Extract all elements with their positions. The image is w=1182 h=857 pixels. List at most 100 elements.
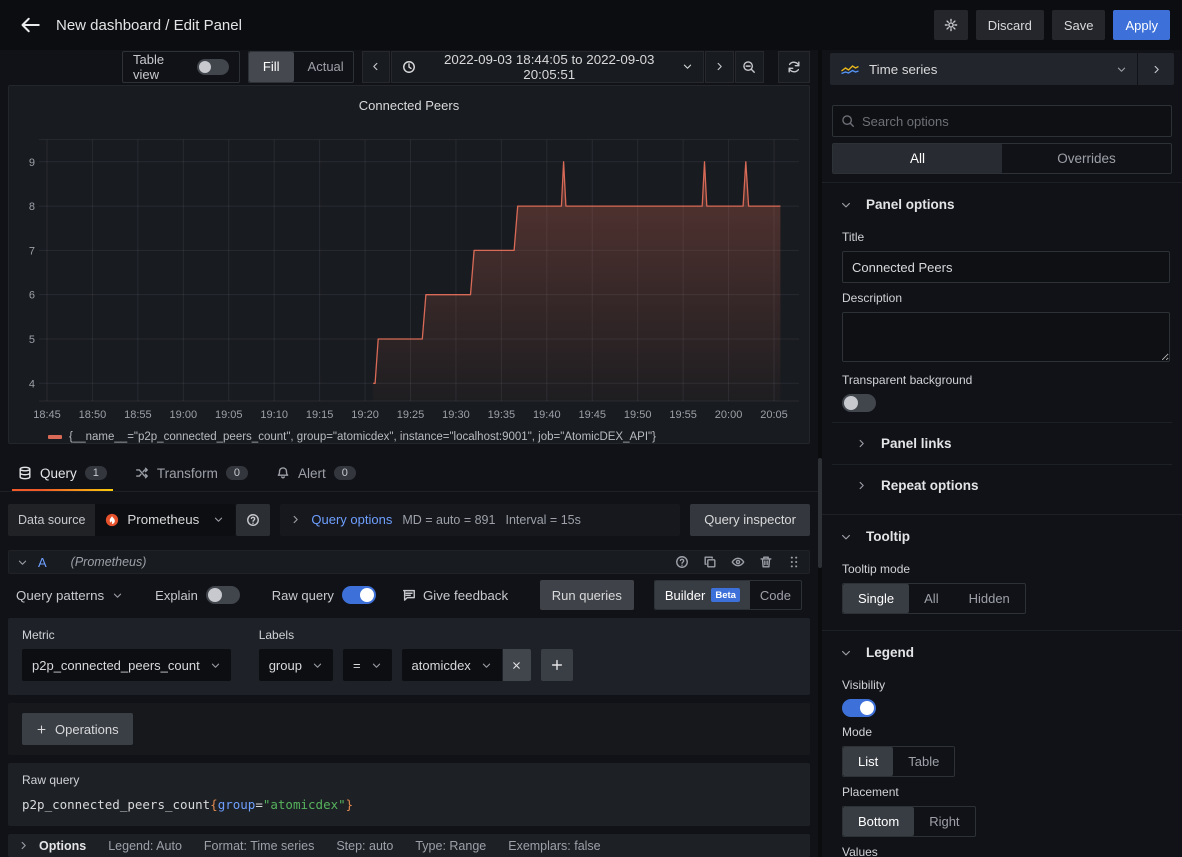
time-shift-forward-button[interactable] — [705, 51, 734, 83]
panel-options-title: Panel options — [866, 197, 955, 212]
zoom-out-time-button[interactable] — [735, 51, 764, 83]
run-queries-button[interactable]: Run queries — [540, 580, 634, 610]
panel-title-input[interactable] — [842, 251, 1170, 283]
raw-query-toggle[interactable] — [342, 586, 376, 604]
panel-description-input[interactable] — [842, 312, 1170, 362]
options-search-input[interactable] — [862, 114, 1163, 129]
drag-handle-icon[interactable] — [787, 555, 801, 569]
query-patterns-button[interactable]: Query patterns — [16, 588, 123, 603]
chevron-down-icon — [481, 660, 492, 671]
zoom-out-icon — [742, 60, 756, 74]
scrollbar-thumb[interactable] — [818, 458, 822, 568]
panel-links-label: Panel links — [881, 436, 952, 451]
trash-icon[interactable] — [759, 555, 773, 569]
svg-text:19:50: 19:50 — [624, 409, 652, 421]
chevron-down-icon — [840, 199, 852, 211]
repeat-options-section[interactable]: Repeat options — [832, 464, 1172, 506]
panel-links-section[interactable]: Panel links — [832, 422, 1172, 464]
tab-transform[interactable]: Transform 0 — [125, 466, 258, 491]
tooltip-mode-hidden[interactable]: Hidden — [954, 584, 1025, 613]
builder-mode-button[interactable]: Builder Beta — [655, 581, 750, 609]
options-expand-button[interactable]: Options — [18, 839, 86, 853]
query-ref-id[interactable]: A — [38, 555, 47, 570]
timeseries-viz-icon — [840, 62, 860, 76]
chevron-right-icon — [856, 480, 867, 491]
panel-settings-button[interactable] — [934, 10, 968, 40]
tooltip-mode-all[interactable]: All — [909, 584, 953, 613]
metric-select[interactable]: p2p_connected_peers_count — [22, 649, 231, 681]
tab-alert[interactable]: Alert 0 — [266, 466, 366, 491]
raw-metric: p2p_connected_peers_count — [22, 797, 210, 812]
legend-placement-group: Bottom Right — [842, 806, 976, 837]
title-label: Title — [842, 230, 1170, 244]
datasource-help-button[interactable] — [236, 504, 270, 536]
table-view-group: Table view — [122, 51, 240, 83]
time-shift-back-button[interactable] — [362, 51, 391, 83]
legend-series-swatch[interactable] — [48, 435, 62, 439]
tooltip-section-header[interactable]: Tooltip — [832, 515, 1172, 554]
datasource-picker[interactable]: Prometheus — [95, 504, 235, 536]
transparent-background-toggle[interactable] — [842, 394, 876, 412]
query-options-bar[interactable]: Query options MD = auto = 891 Interval =… — [280, 504, 680, 536]
tab-transform-label: Transform — [157, 466, 218, 481]
transform-icon — [135, 466, 149, 480]
raw-query-toggle-label: Raw query — [272, 588, 334, 603]
chevron-down-icon — [840, 531, 852, 543]
back-button[interactable] — [14, 9, 46, 41]
legend-mode-table[interactable]: Table — [893, 747, 954, 776]
option-exemplars: Exemplars: false — [508, 839, 600, 853]
legend-placement-bottom[interactable]: Bottom — [843, 807, 914, 836]
label-name-select[interactable]: group — [259, 649, 333, 681]
legend-placement-right[interactable]: Right — [914, 807, 974, 836]
tab-query[interactable]: Query 1 — [8, 466, 117, 491]
panel-preview-title: Connected Peers — [9, 86, 809, 124]
apply-button[interactable]: Apply — [1113, 10, 1170, 40]
svg-text:19:25: 19:25 — [397, 409, 425, 421]
refresh-button[interactable] — [778, 51, 810, 83]
legend-section-header[interactable]: Legend — [832, 631, 1172, 670]
description-label: Description — [842, 291, 1170, 305]
add-operations-button[interactable]: Operations — [22, 713, 133, 745]
label-name-value: group — [269, 658, 302, 673]
tab-all[interactable]: All — [833, 144, 1002, 173]
collapse-chevron-icon[interactable] — [17, 557, 28, 568]
tooltip-mode-single[interactable]: Single — [843, 584, 909, 613]
pane-splitter[interactable] — [818, 50, 822, 857]
duplicate-icon[interactable] — [703, 555, 717, 569]
options-search-box — [832, 105, 1172, 137]
svg-text:18:45: 18:45 — [33, 409, 61, 421]
discard-button[interactable]: Discard — [976, 10, 1044, 40]
label-value-select[interactable]: atomicdex — [402, 649, 502, 681]
tab-overrides[interactable]: Overrides — [1002, 144, 1171, 173]
table-view-toggle[interactable] — [197, 59, 229, 75]
display-mode-fill[interactable]: Fill — [249, 52, 294, 82]
timeseries-chart[interactable]: 18:4518:5018:5519:0019:0519:1019:1519:20… — [9, 124, 809, 426]
operations-strip: Operations — [8, 703, 810, 755]
display-mode-actual[interactable]: Actual — [294, 52, 354, 82]
svg-text:19:40: 19:40 — [533, 409, 561, 421]
query-inspector-button[interactable]: Query inspector — [690, 504, 810, 536]
tooltip-section-title: Tooltip — [866, 529, 910, 544]
label-operator-select[interactable]: = — [343, 649, 392, 681]
time-range-button[interactable]: 2022-09-03 18:44:05 to 2022-09-03 20:05:… — [391, 51, 704, 83]
prometheus-icon — [105, 513, 119, 527]
legend-series-label[interactable]: {__name__="p2p_connected_peers_count", g… — [69, 431, 656, 443]
remove-label-filter-button[interactable] — [503, 649, 531, 681]
labels-label: Labels — [259, 628, 573, 642]
legend-visibility-toggle[interactable] — [842, 699, 876, 717]
give-feedback-button[interactable]: Give feedback — [402, 588, 508, 603]
explain-toggle[interactable] — [206, 586, 240, 604]
code-mode-button[interactable]: Code — [750, 581, 801, 609]
raw-query-card: Raw query p2p_connected_peers_count{grou… — [8, 763, 810, 826]
query-options-label[interactable]: Query options — [311, 512, 392, 527]
viz-suggestions-button[interactable] — [1138, 53, 1174, 85]
eye-icon[interactable] — [731, 555, 745, 569]
svg-text:19:55: 19:55 — [669, 409, 697, 421]
visualization-picker[interactable]: Time series — [830, 53, 1137, 85]
help-circle-icon[interactable] — [675, 555, 689, 569]
legend-mode-list[interactable]: List — [843, 747, 893, 776]
save-button[interactable]: Save — [1052, 10, 1106, 40]
panel-options-header[interactable]: Panel options — [832, 183, 1172, 222]
add-label-filter-button[interactable] — [541, 649, 573, 681]
option-legend: Legend: Auto — [108, 839, 182, 853]
